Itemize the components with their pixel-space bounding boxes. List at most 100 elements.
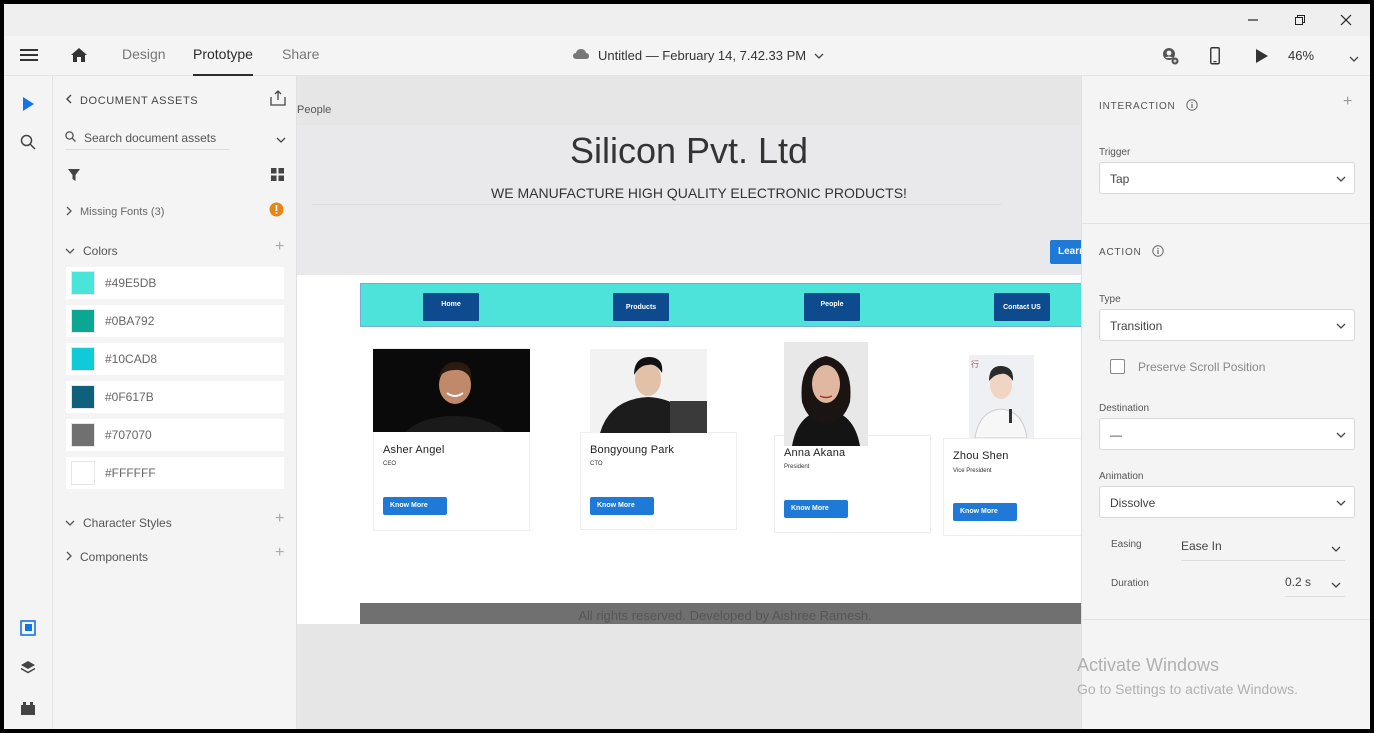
artboard-label[interactable]: People <box>297 104 331 116</box>
color-swatch[interactable]: #0F617B <box>66 381 284 413</box>
easing-value: Ease In <box>1181 539 1222 553</box>
back-chevron-icon[interactable] <box>65 94 72 107</box>
type-dropdown[interactable]: Transition <box>1099 309 1355 341</box>
preserve-scroll-label: Preserve Scroll Position <box>1138 360 1266 374</box>
add-component-icon[interactable]: + <box>275 544 284 562</box>
zoom-chevron-icon[interactable] <box>1349 52 1359 66</box>
search-icon[interactable] <box>18 132 38 152</box>
interaction-panel: INTERACTION + Trigger Tap ACTION Type Tr… <box>1081 76 1370 729</box>
color-hex: #49E5DB <box>105 276 157 290</box>
close-icon[interactable] <box>1323 8 1369 32</box>
color-hex: #707070 <box>105 428 152 442</box>
person-role: President <box>784 464 810 470</box>
tab-share[interactable]: Share <box>282 46 319 76</box>
title-bar <box>4 4 1370 36</box>
tool-rail <box>4 76 53 729</box>
artboard-people[interactable]: Silicon Pvt. Ltd WE MANUFACTURE HIGH QUA… <box>297 125 1081 624</box>
hamburger-menu-icon[interactable] <box>20 48 38 65</box>
chevron-down-icon <box>1331 542 1341 556</box>
color-swatch[interactable]: #0BA792 <box>66 305 284 337</box>
search-icon <box>65 130 76 145</box>
person-role: CEO <box>383 461 397 467</box>
person-role: Vice President <box>953 468 992 474</box>
home-icon[interactable] <box>70 47 88 66</box>
design-canvas[interactable]: People Silicon Pvt. Ltd WE MANUFACTURE H… <box>297 76 1081 729</box>
minimize-icon[interactable] <box>1230 8 1276 32</box>
easing-dropdown[interactable]: Ease In <box>1181 539 1345 561</box>
layers-icon[interactable] <box>18 658 38 678</box>
easing-label: Easing <box>1111 539 1142 550</box>
know-more-button[interactable]: Know More <box>590 497 654 515</box>
plugins-icon[interactable] <box>18 698 38 718</box>
add-interaction-icon[interactable]: + <box>1343 93 1352 111</box>
info-icon[interactable] <box>1151 245 1164 260</box>
site-header: Silicon Pvt. Ltd WE MANUFACTURE HIGH QUA… <box>297 125 1081 275</box>
divider <box>1082 619 1370 620</box>
know-more-button[interactable]: Know More <box>383 497 447 515</box>
assets-header[interactable]: DOCUMENT ASSETS <box>65 94 198 107</box>
animation-value: Dissolve <box>1110 496 1156 510</box>
character-styles-section[interactable]: Character Styles <box>65 516 172 530</box>
duration-value: 0.2 s <box>1285 575 1312 589</box>
nav-products-button[interactable]: Products <box>613 293 669 321</box>
action-title: ACTION <box>1099 245 1164 260</box>
know-more-button[interactable]: Know More <box>784 500 848 518</box>
site-subtitle: WE MANUFACTURE HIGH QUALITY ELECTRONIC P… <box>491 185 907 201</box>
chevron-down-icon <box>65 516 75 530</box>
divider <box>1082 223 1370 224</box>
add-color-icon[interactable]: + <box>275 238 284 256</box>
filter-icon[interactable] <box>67 168 81 185</box>
search-assets-field[interactable]: Search document assets <box>65 126 229 150</box>
info-icon[interactable] <box>1185 99 1198 114</box>
add-character-style-icon[interactable]: + <box>275 510 284 528</box>
destination-value: — <box>1110 428 1122 442</box>
color-swatch[interactable]: #10CAD8 <box>66 343 284 375</box>
color-chip <box>71 423 95 447</box>
user-share-icon[interactable] <box>1161 47 1179 68</box>
warning-icon <box>269 202 284 220</box>
destination-dropdown[interactable]: — <box>1099 418 1355 450</box>
interaction-title-label: INTERACTION <box>1099 101 1176 112</box>
app-toolbar: Design Prototype Share Untitled — Februa… <box>4 36 1370 76</box>
export-icon[interactable] <box>270 90 286 109</box>
nav-people-button[interactable]: People <box>804 293 860 321</box>
person-name: Bongyoung Park <box>590 444 675 456</box>
svg-text:行: 行 <box>971 359 979 369</box>
know-more-button[interactable]: Know More <box>953 503 1017 521</box>
play-icon[interactable] <box>1255 48 1269 67</box>
color-hex: #FFFFFF <box>105 466 156 480</box>
learn-button[interactable]: Learn <box>1050 240 1081 264</box>
activate-windows-subtitle: Go to Settings to activate Windows. <box>1077 681 1298 697</box>
person-name: Zhou Shen <box>953 450 1009 462</box>
device-preview-icon[interactable] <box>1210 47 1220 68</box>
type-value: Transition <box>1110 319 1163 333</box>
color-swatch[interactable]: #FFFFFF <box>66 457 284 489</box>
animation-dropdown[interactable]: Dissolve <box>1099 486 1355 518</box>
colors-section[interactable]: Colors <box>65 244 118 258</box>
zoom-level[interactable]: 46% <box>1288 48 1314 63</box>
duration-field[interactable]: 0.2 s <box>1285 575 1345 597</box>
select-tool-icon[interactable] <box>18 94 38 114</box>
chevron-down-icon <box>1336 172 1346 186</box>
preserve-scroll-checkbox[interactable] <box>1110 359 1125 374</box>
color-chip <box>71 385 95 409</box>
chevron-down-icon <box>1331 578 1341 592</box>
document-title[interactable]: Untitled — February 14, 7.42.33 PM <box>572 48 824 63</box>
nav-home-button[interactable]: Home <box>423 293 479 321</box>
assets-icon[interactable] <box>18 618 38 638</box>
tab-prototype[interactable]: Prototype <box>193 46 253 76</box>
restore-icon[interactable] <box>1277 8 1323 32</box>
activate-windows-title: Activate Windows <box>1077 655 1220 675</box>
action-title-label: ACTION <box>1099 247 1142 258</box>
color-hex: #0F617B <box>105 390 154 404</box>
color-swatch[interactable]: #49E5DB <box>66 267 284 299</box>
search-options-chevron-icon[interactable] <box>276 133 286 147</box>
nav-contact-button[interactable]: Contact US <box>994 293 1050 321</box>
color-chip <box>71 461 95 485</box>
color-swatch[interactable]: #707070 <box>66 419 284 451</box>
trigger-dropdown[interactable]: Tap <box>1099 162 1355 194</box>
tab-design[interactable]: Design <box>122 46 166 76</box>
components-section[interactable]: Components <box>65 550 148 564</box>
grid-view-icon[interactable] <box>271 168 284 184</box>
missing-fonts-section[interactable]: Missing Fonts (3) <box>65 205 164 219</box>
